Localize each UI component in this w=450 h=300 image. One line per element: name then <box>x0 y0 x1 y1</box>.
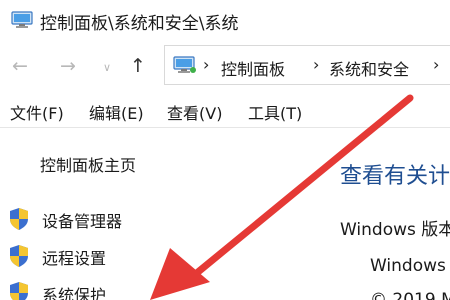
breadcrumb-system-security[interactable]: 系统和安全 <box>329 56 409 80</box>
sidebar-item-label: 设备管理器 <box>42 212 123 231</box>
recent-locations-chevron-icon[interactable]: ∨ <box>103 58 111 78</box>
shield-icon <box>10 282 28 300</box>
control-panel-icon <box>173 56 196 73</box>
breadcrumb-control-panel[interactable]: 控制面板 <box>221 56 285 80</box>
control-panel-home-link[interactable]: 控制面板主页 <box>40 152 136 176</box>
breadcrumb-chevron-icon[interactable]: › <box>433 55 439 74</box>
windows-edition-label: Windows 版本 <box>340 220 450 240</box>
menu-view[interactable]: 查看(V) <box>167 100 222 124</box>
sidebar-item-remote-settings[interactable]: 远程设置 <box>8 241 198 269</box>
menu-bar: 文件(F) 编辑(E) 查看(V) 工具(T) <box>0 92 450 128</box>
address-bar[interactable]: › 控制面板 › 系统和安全 › <box>164 45 450 85</box>
copyright-text: © 2019 M <box>370 290 450 300</box>
sidebar-item-device-manager[interactable]: 设备管理器 <box>8 204 198 232</box>
sidebar-item-label: 远程设置 <box>42 249 107 268</box>
menu-edit[interactable]: 编辑(E) <box>89 100 144 124</box>
shield-icon <box>10 208 28 230</box>
page-heading: 查看有关计 <box>340 164 450 189</box>
back-arrow-icon[interactable]: ← <box>12 56 28 76</box>
breadcrumb-chevron-icon[interactable]: › <box>203 55 209 74</box>
up-arrow-icon[interactable]: ↑ <box>130 56 146 76</box>
windows-edition-value: Windows <box>370 256 446 276</box>
menu-tools[interactable]: 工具(T) <box>248 100 302 124</box>
menu-file[interactable]: 文件(F) <box>10 100 64 124</box>
shield-icon <box>10 245 28 267</box>
sidebar-item-label: 系统保护 <box>42 286 107 300</box>
forward-arrow-icon[interactable]: → <box>60 56 76 76</box>
window-title: 控制面板\系统和安全\系统 <box>40 14 239 34</box>
breadcrumb-chevron-icon[interactable]: › <box>313 55 319 74</box>
main-content: 查看有关计 Windows 版本 Windows © 2019 M <box>330 128 450 300</box>
control-panel-icon <box>11 11 33 28</box>
sidebar-item-system-protection[interactable]: 系统保护 <box>8 278 198 300</box>
sidebar: 控制面板主页 设备管理器 远程设置 系统保护 <box>0 128 200 300</box>
title-bar: 控制面板\系统和安全\系统 <box>0 0 450 40</box>
